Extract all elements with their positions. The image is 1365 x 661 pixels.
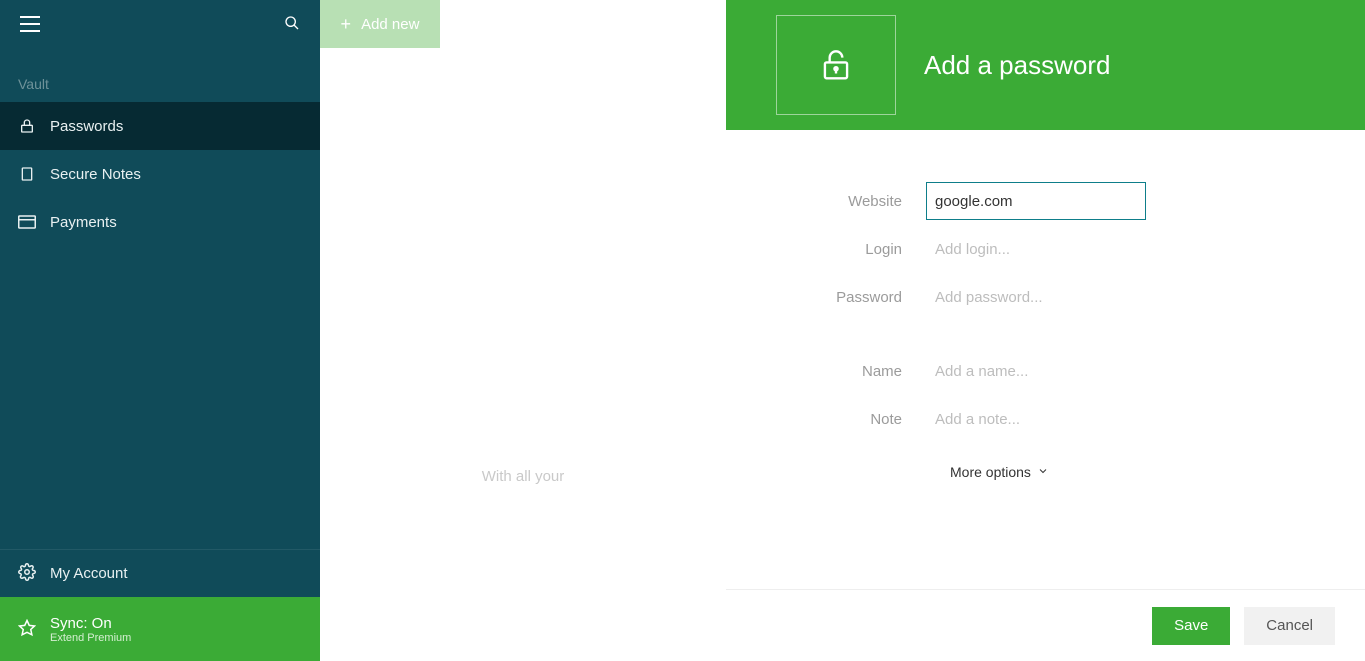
sidebar-item-label: Passwords [50, 118, 123, 135]
panel-footer: Save Cancel [726, 589, 1365, 661]
sync-title: Sync: On [50, 615, 131, 632]
note-label: Note [786, 411, 926, 428]
sidebar-item-secure-notes[interactable]: Secure Notes [0, 150, 320, 198]
sync-labels: Sync: On Extend Premium [50, 615, 131, 644]
sync-subtitle: Extend Premium [50, 632, 131, 644]
name-label: Name [786, 363, 926, 380]
sidebar-top [0, 0, 320, 48]
more-options-label: More options [950, 464, 1031, 480]
cancel-button[interactable]: Cancel [1244, 607, 1335, 645]
more-options-toggle[interactable]: More options [950, 464, 1049, 480]
name-input[interactable] [926, 352, 1146, 390]
panel-header: Add a password [726, 0, 1365, 130]
search-icon[interactable] [284, 15, 300, 34]
chevron-down-icon [1037, 464, 1049, 480]
website-label: Website [786, 193, 926, 210]
form-row-name: Name [786, 352, 1305, 390]
app-root: Vault Passwords Secure Notes [0, 0, 1365, 661]
sidebar: Vault Passwords Secure Notes [0, 0, 320, 661]
save-button[interactable]: Save [1152, 607, 1230, 645]
form-row-note: Note [786, 400, 1305, 438]
panel-header-icon-tile [776, 15, 896, 115]
panel-title: Add a password [924, 50, 1110, 81]
login-input[interactable] [926, 230, 1146, 268]
more-options-row: More options [786, 464, 1305, 480]
sidebar-item-payments[interactable]: Payments [0, 198, 320, 246]
empty-list-hint: With all your [320, 468, 726, 485]
lock-large-icon [817, 45, 855, 86]
plus-icon: + [341, 15, 352, 33]
card-icon [18, 215, 36, 229]
sidebar-item-label: Payments [50, 214, 117, 231]
detail-panel: Add a password Website Login Password Na… [726, 0, 1365, 661]
website-input[interactable] [926, 182, 1146, 220]
form-row-password: Password [786, 278, 1305, 316]
form-row-website: Website [786, 182, 1305, 220]
sidebar-item-passwords[interactable]: Passwords [0, 102, 320, 150]
menu-icon[interactable] [20, 16, 40, 32]
gear-icon [18, 563, 36, 585]
form-row-login: Login [786, 230, 1305, 268]
add-new-label: Add new [361, 16, 419, 33]
lock-icon [18, 118, 36, 134]
my-account-label: My Account [50, 565, 128, 582]
sidebar-section-label: Vault [0, 48, 320, 102]
password-input[interactable] [926, 278, 1146, 316]
star-icon [18, 619, 36, 640]
sidebar-item-label: Secure Notes [50, 166, 141, 183]
note-input[interactable] [926, 400, 1146, 438]
add-new-button[interactable]: + Add new [320, 0, 440, 48]
panel-body: Website Login Password Name Note [726, 130, 1365, 589]
sidebar-spacer [0, 246, 320, 549]
password-label: Password [786, 289, 926, 306]
sidebar-sync[interactable]: Sync: On Extend Premium [0, 597, 320, 661]
sidebar-my-account[interactable]: My Account [0, 549, 320, 597]
list-column: + Add new With all your [320, 0, 726, 661]
login-label: Login [786, 241, 926, 258]
note-icon [18, 166, 36, 182]
